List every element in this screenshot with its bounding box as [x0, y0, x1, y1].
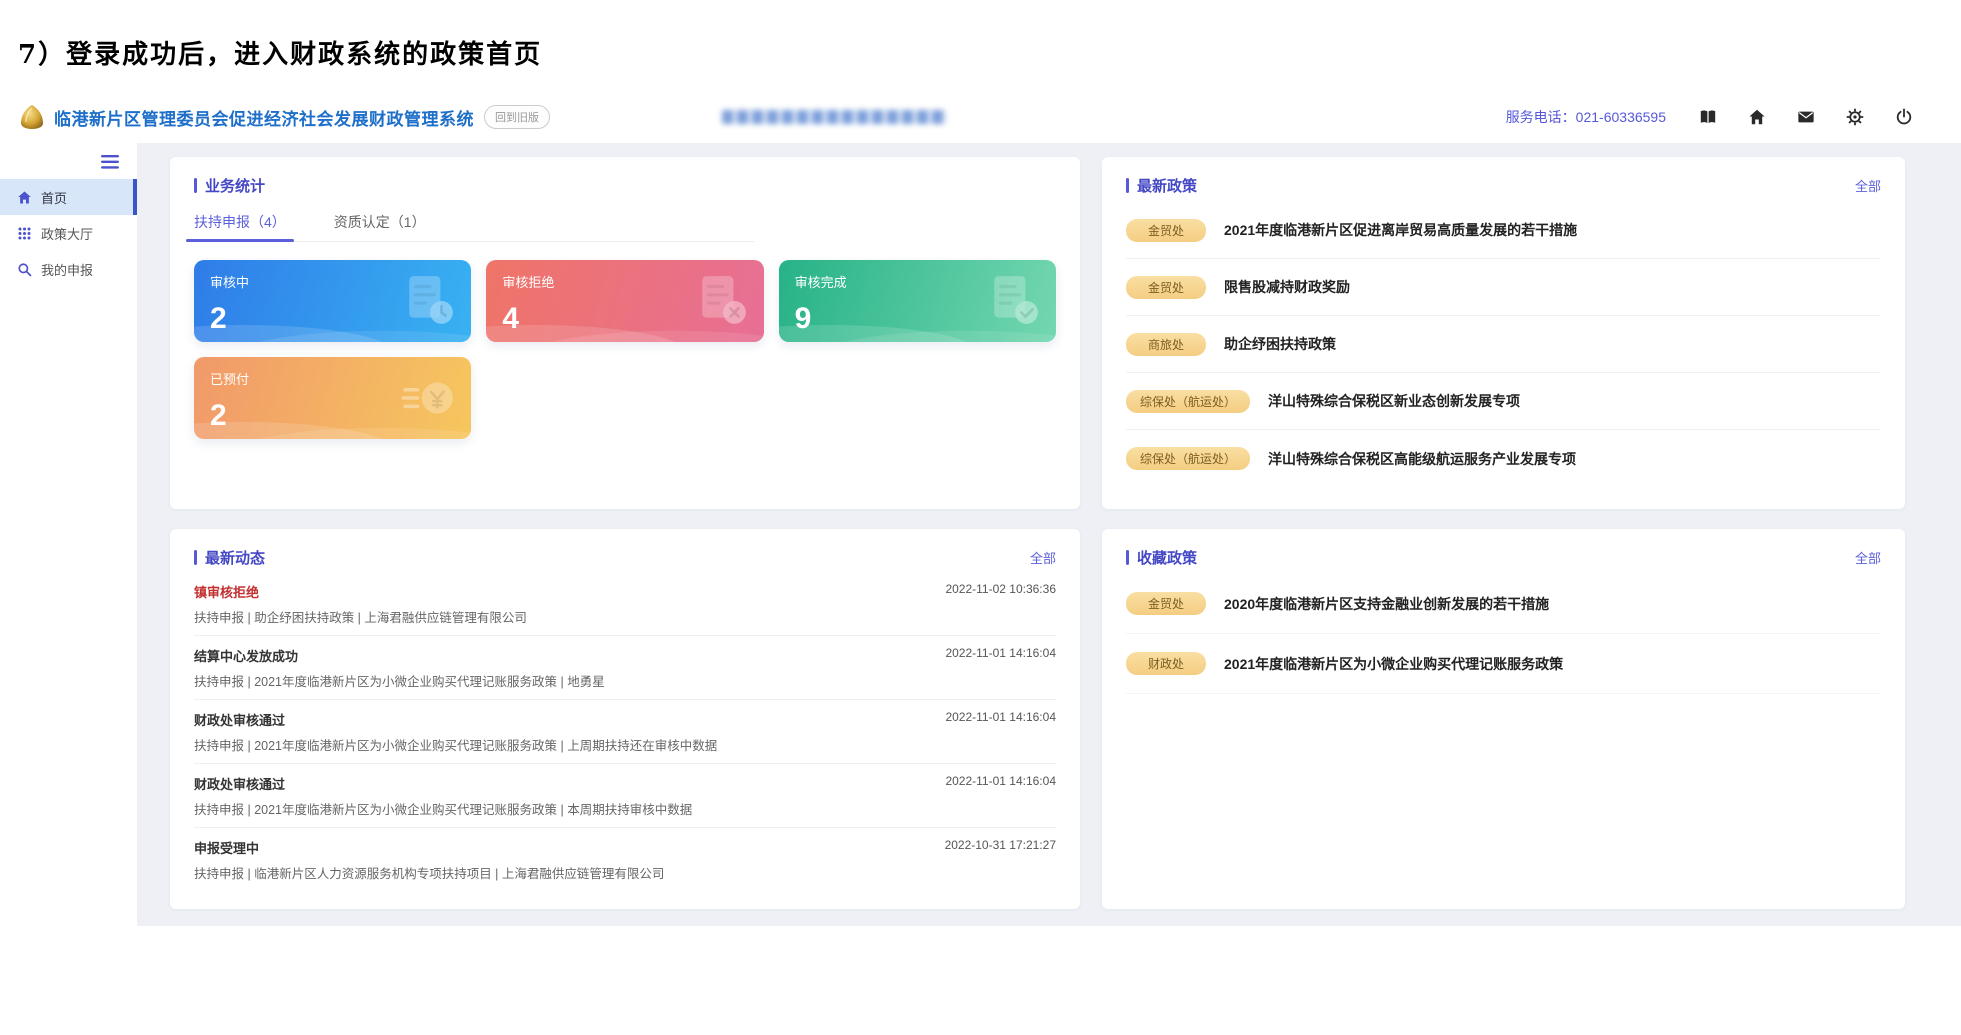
update-item[interactable]: 财政处审核通过 2022-11-01 14:16:04 扶持申报 | 2021年度… [194, 700, 1056, 764]
update-status: 财政处审核通过 [194, 774, 285, 793]
policies-all-link[interactable]: 全部 [1855, 176, 1881, 195]
doc-x-icon [694, 272, 750, 328]
sidebar-item-label: 首页 [41, 188, 67, 207]
policy-title: 限售股减持财政奖励 [1224, 277, 1350, 297]
sidebar-item-label: 我的申报 [41, 260, 93, 279]
update-detail: 扶持申报 | 2021年度临港新片区为小微企业购买代理记账服务政策 | 上周期扶… [194, 735, 1056, 754]
stat-value: 4 [502, 302, 519, 336]
dept-badge: 金贸处 [1126, 592, 1206, 615]
system-title: 临港新片区管理委员会促进经济社会发展财政管理系统 [54, 105, 474, 130]
panel-title: 收藏政策 [1137, 547, 1197, 568]
latest-updates-panel: 最新动态 全部 镇审核拒绝 2022-11-02 10:36:36 扶持申报 | … [170, 529, 1080, 909]
panel-title: 最新政策 [1137, 175, 1197, 196]
update-time: 2022-11-01 14:16:04 [945, 774, 1056, 788]
coin-fly-icon [401, 369, 457, 425]
favorites-all-link[interactable]: 全部 [1855, 548, 1881, 567]
update-status: 申报受理中 [194, 838, 259, 857]
doc-check-icon [986, 272, 1042, 328]
sidebar-item-home[interactable]: 首页 [0, 179, 137, 215]
dept-badge: 商旅处 [1126, 333, 1206, 356]
doc-clock-icon [401, 272, 457, 328]
dept-badge: 综保处（航运处） [1126, 447, 1250, 470]
service-phone: 服务电话：021-60336595 [1506, 107, 1666, 127]
update-time: 2022-11-01 14:16:04 [945, 646, 1056, 660]
system-logo-icon [18, 104, 46, 130]
policy-item[interactable]: 金贸处 限售股减持财政奖励 [1126, 259, 1881, 316]
policy-item[interactable]: 综保处（航运处） 洋山特殊综合保税区高能级航运服务产业发展专项 [1126, 430, 1881, 487]
policy-title: 2021年度临港新片区促进离岸贸易高质量发展的若干措施 [1224, 220, 1577, 240]
app-header: 临港新片区管理委员会促进经济社会发展财政管理系统 回到旧版 服务电话：021-6… [0, 91, 1961, 143]
update-item[interactable]: 镇审核拒绝 2022-11-02 10:36:36 扶持申报 | 助企纾困扶持政策… [194, 572, 1056, 636]
title-bar-decoration [194, 550, 197, 565]
stat-card-rejected[interactable]: 审核拒绝 4 [486, 260, 763, 342]
dept-badge: 金贸处 [1126, 219, 1206, 242]
home-icon [17, 190, 32, 205]
update-time: 2022-11-02 10:36:36 [945, 582, 1056, 596]
stat-value: 2 [210, 399, 227, 433]
policy-title: 洋山特殊综合保税区新业态创新发展专项 [1268, 391, 1520, 411]
sidebar-item-label: 政策大厅 [41, 224, 93, 243]
update-item[interactable]: 财政处审核通过 2022-11-01 14:16:04 扶持申报 | 2021年度… [194, 764, 1056, 828]
page-caption: 7）登录成功后，进入财政系统的政策首页 [0, 0, 1961, 71]
panel-title: 业务统计 [205, 175, 265, 196]
dept-badge: 财政处 [1126, 652, 1206, 675]
home-icon[interactable] [1748, 108, 1766, 126]
update-time: 2022-11-01 14:16:04 [945, 710, 1056, 724]
update-detail: 扶持申报 | 临港新片区人力资源服务机构专项扶持项目 | 上海君融供应链管理有限… [194, 863, 1056, 882]
back-to-old-version-button[interactable]: 回到旧版 [484, 105, 550, 129]
stat-card-in-review[interactable]: 审核中 2 [194, 260, 471, 342]
policy-title: 2021年度临港新片区为小微企业购买代理记账服务政策 [1224, 654, 1563, 674]
menu-collapse-icon[interactable] [0, 143, 137, 179]
stat-value: 9 [795, 302, 812, 336]
latest-policies-panel: 最新政策 全部 金贸处 2021年度临港新片区促进离岸贸易高质量发展的若干措施 … [1102, 157, 1905, 509]
title-bar-decoration [1126, 178, 1129, 193]
update-detail: 扶持申报 | 2021年度临港新片区为小微企业购买代理记账服务政策 | 本周期扶… [194, 799, 1056, 818]
title-bar-decoration [194, 178, 197, 193]
stat-card-prepaid[interactable]: 已预付 2 [194, 357, 471, 439]
mail-icon[interactable] [1797, 108, 1815, 126]
business-stats-panel: 业务统计 扶持申报（4） 资质认定（1） 审核中 2 审核拒绝 [170, 157, 1080, 509]
policy-item[interactable]: 财政处 2021年度临港新片区为小微企业购买代理记账服务政策 [1126, 634, 1881, 694]
update-status: 结算中心发放成功 [194, 646, 298, 665]
tab-support-declaration[interactable]: 扶持申报（4） [194, 212, 286, 241]
policy-title: 洋山特殊综合保税区高能级航运服务产业发展专项 [1268, 449, 1576, 469]
sidebar-item-my-declarations[interactable]: 我的申报 [0, 251, 137, 287]
main-content: 业务统计 扶持申报（4） 资质认定（1） 审核中 2 审核拒绝 [137, 143, 1961, 926]
updates-all-link[interactable]: 全部 [1030, 548, 1056, 567]
update-detail: 扶持申报 | 助企纾困扶持政策 | 上海君融供应链管理有限公司 [194, 607, 1056, 626]
stat-card-completed[interactable]: 审核完成 9 [779, 260, 1056, 342]
sidebar: 首页 政策大厅 我的申报 [0, 143, 137, 926]
panel-title: 最新动态 [205, 547, 265, 568]
dept-badge: 综保处（航运处） [1126, 390, 1250, 413]
gear-icon[interactable] [1846, 108, 1864, 126]
blurred-company-name [722, 110, 947, 124]
update-detail: 扶持申报 | 2021年度临港新片区为小微企业购买代理记账服务政策 | 地勇星 [194, 671, 1056, 690]
update-item[interactable]: 申报受理中 2022-10-31 17:21:27 扶持申报 | 临港新片区人力资… [194, 828, 1056, 891]
policy-title: 2020年度临港新片区支持金融业创新发展的若干措施 [1224, 594, 1549, 614]
update-time: 2022-10-31 17:21:27 [945, 838, 1056, 852]
power-icon[interactable] [1895, 108, 1913, 126]
stat-value: 2 [210, 302, 227, 336]
update-item[interactable]: 结算中心发放成功 2022-11-01 14:16:04 扶持申报 | 2021年… [194, 636, 1056, 700]
policy-item[interactable]: 金贸处 2021年度临港新片区促进离岸贸易高质量发展的若干措施 [1126, 202, 1881, 259]
title-bar-decoration [1126, 550, 1129, 565]
update-status: 财政处审核通过 [194, 710, 285, 729]
grid-icon [17, 226, 32, 241]
tab-qualification[interactable]: 资质认定（1） [334, 212, 426, 241]
sidebar-item-policy-hall[interactable]: 政策大厅 [0, 215, 137, 251]
policy-item[interactable]: 商旅处 助企纾困扶持政策 [1126, 316, 1881, 373]
book-icon[interactable] [1699, 108, 1717, 126]
update-status: 镇审核拒绝 [194, 582, 259, 601]
search-icon [17, 262, 32, 277]
policy-item[interactable]: 综保处（航运处） 洋山特殊综合保税区新业态创新发展专项 [1126, 373, 1881, 430]
favorite-policies-panel: 收藏政策 全部 金贸处 2020年度临港新片区支持金融业创新发展的若干措施 财政… [1102, 529, 1905, 909]
policy-item[interactable]: 金贸处 2020年度临港新片区支持金融业创新发展的若干措施 [1126, 574, 1881, 634]
stats-tabs: 扶持申报（4） 资质认定（1） [194, 212, 754, 242]
dept-badge: 金贸处 [1126, 276, 1206, 299]
policy-title: 助企纾困扶持政策 [1224, 334, 1336, 354]
